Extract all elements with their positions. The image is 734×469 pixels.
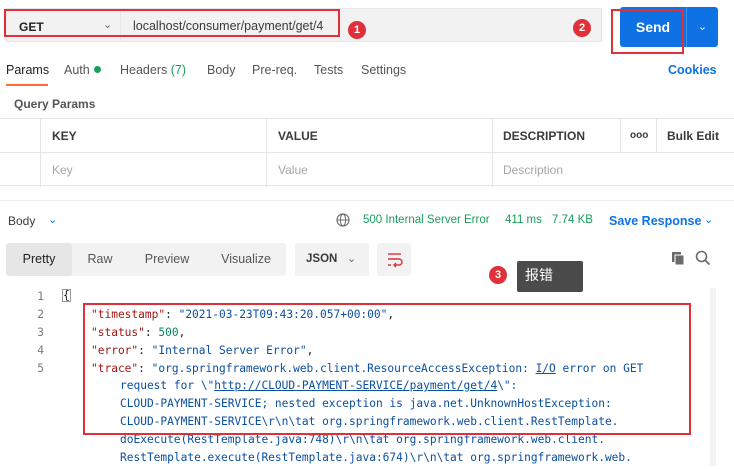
view-mode-tabs: Pretty Raw Preview Visualize [6, 243, 286, 276]
response-status[interactable]: 500 Internal Server Error [363, 214, 490, 226]
view-tab-raw[interactable]: Raw [72, 243, 128, 276]
line-number: 3 [37, 326, 44, 339]
more-options-icon: ooo [630, 130, 649, 141]
code-line-wrapped: CLOUD-PAYMENT-SERVICE\r\n\tat org.spring… [120, 415, 619, 428]
save-response-button[interactable]: Save Response [609, 214, 701, 228]
response-body-editor[interactable]: 1 2 3 4 5 { "timestamp": "2021-03-23T09:… [0, 286, 734, 469]
line-number: 5 [37, 362, 44, 375]
code-line: "timestamp": "2021-03-23T09:43:20.057+00… [91, 308, 395, 321]
code-line: "status": 500, [91, 326, 186, 339]
description-column: DESCRIPTION [492, 119, 620, 153]
value-cell[interactable]: Value [266, 153, 492, 187]
tab-params[interactable]: Params [6, 63, 49, 77]
tab-auth-label: Auth [64, 63, 90, 77]
globe-icon[interactable] [336, 213, 350, 230]
tab-auth[interactable]: Auth [64, 63, 101, 77]
chevron-down-icon: ⌄ [103, 19, 113, 31]
open-brace: { [62, 289, 71, 302]
more-options-cell[interactable]: ooo [620, 119, 656, 153]
active-tab-indicator [6, 84, 48, 86]
json-value: "2021-03-23T09:43:20.057+00:00" [178, 308, 388, 321]
search-icon[interactable] [695, 250, 711, 269]
annotation-badge-3: 3 [489, 266, 507, 284]
code-line-wrapped: CLOUD-PAYMENT-SERVICE; nested exception … [120, 397, 612, 410]
tab-prereq[interactable]: Pre-req. [252, 63, 297, 77]
editor-scrollbar[interactable] [710, 288, 716, 466]
column-key: KEY [52, 129, 77, 143]
json-value: 500 [158, 326, 179, 339]
view-tab-visualize[interactable]: Visualize [206, 243, 286, 276]
response-time[interactable]: 411 ms [505, 214, 542, 226]
json-key: "timestamp" [91, 308, 166, 321]
json-value: "org.springframework.web.client.Resource… [152, 362, 644, 375]
trace-url-link[interactable]: http://CLOUD-PAYMENT-SERVICE/payment/get… [214, 379, 497, 392]
bulk-edit-button[interactable]: Bulk Edit [667, 129, 719, 143]
chevron-down-icon[interactable]: ⌄ [704, 213, 713, 226]
chevron-down-icon: ⌄ [347, 253, 357, 265]
headers-count: (7) [170, 63, 187, 77]
send-options-button[interactable]: ⌄ [686, 7, 718, 47]
response-size[interactable]: 7.74 KB [552, 214, 593, 226]
bulk-edit-cell[interactable]: Bulk Edit [656, 119, 734, 153]
code-line-wrapped: RestTemplate.execute(RestTemplate.java:6… [120, 451, 632, 464]
pane-divider[interactable] [0, 200, 734, 201]
key-cell[interactable]: Key [40, 153, 266, 187]
chevron-down-icon: ⌄ [697, 21, 708, 33]
table-header-row: KEY VALUE DESCRIPTION ooo Bulk Edit [0, 118, 734, 153]
table-row: Key Value Description [0, 152, 734, 187]
copy-icon[interactable] [671, 251, 685, 269]
format-select[interactable]: JSON ⌄ [295, 243, 369, 276]
tab-headers[interactable]: Headers (7) [120, 63, 186, 77]
code-line: "error": "Internal Server Error", [91, 344, 314, 357]
trace-text: error on GET [555, 362, 644, 375]
line-number: 1 [37, 290, 44, 303]
send-button[interactable]: Send [620, 7, 686, 47]
column-description: DESCRIPTION [503, 129, 586, 143]
json-value: "Internal Server Error" [151, 344, 307, 357]
method-label: GET [19, 20, 44, 34]
tab-body[interactable]: Body [207, 63, 236, 77]
annotation-badge-2: 2 [573, 19, 591, 37]
chevron-down-icon[interactable]: ⌄ [48, 213, 57, 226]
trace-text: request for \" [120, 379, 215, 392]
column-value: VALUE [278, 129, 318, 143]
description-placeholder: Description [503, 163, 564, 177]
value-column: VALUE [266, 119, 496, 153]
json-key: "error" [91, 344, 139, 357]
code-line: "trace": "org.springframework.web.client… [91, 362, 644, 375]
value-placeholder: Value [278, 163, 308, 177]
code-line-wrapped: request for \"http://CLOUD-PAYMENT-SERVI… [120, 379, 517, 392]
json-key: "status" [91, 326, 145, 339]
description-cell[interactable]: Description [492, 153, 734, 187]
query-params-title: Query Params [14, 97, 96, 111]
checkbox-column: KEY [40, 119, 270, 153]
json-key: "trace" [91, 362, 139, 375]
auth-status-dot [93, 66, 101, 73]
tab-settings[interactable]: Settings [361, 63, 406, 77]
trace-io-text: I/O [535, 362, 556, 375]
format-label: JSON [306, 253, 338, 265]
tab-headers-label: Headers [120, 63, 168, 77]
view-tab-pretty[interactable]: Pretty [6, 243, 72, 276]
wrap-lines-button[interactable] [377, 243, 411, 276]
response-body-label[interactable]: Body [8, 214, 35, 228]
code-line-wrapped: doExecute(RestTemplate.java:748)\r\n\tat… [120, 433, 605, 446]
line-number: 2 [37, 308, 44, 321]
line-number: 4 [37, 344, 44, 357]
trace-text: \": [497, 379, 518, 392]
wrap-lines-icon [388, 253, 403, 268]
annotation-badge-1: 1 [348, 21, 366, 39]
view-tab-preview[interactable]: Preview [128, 243, 206, 276]
cookies-link[interactable]: Cookies [668, 63, 717, 77]
code-line: { [62, 289, 71, 302]
url-text: localhost/consumer/payment/get/4 [133, 19, 324, 33]
tab-tests[interactable]: Tests [314, 63, 343, 77]
method-select[interactable]: GET ⌄ [6, 8, 120, 42]
trace-text: "org.springframework.web.client.Resource… [151, 362, 536, 375]
key-placeholder: Key [52, 163, 73, 177]
